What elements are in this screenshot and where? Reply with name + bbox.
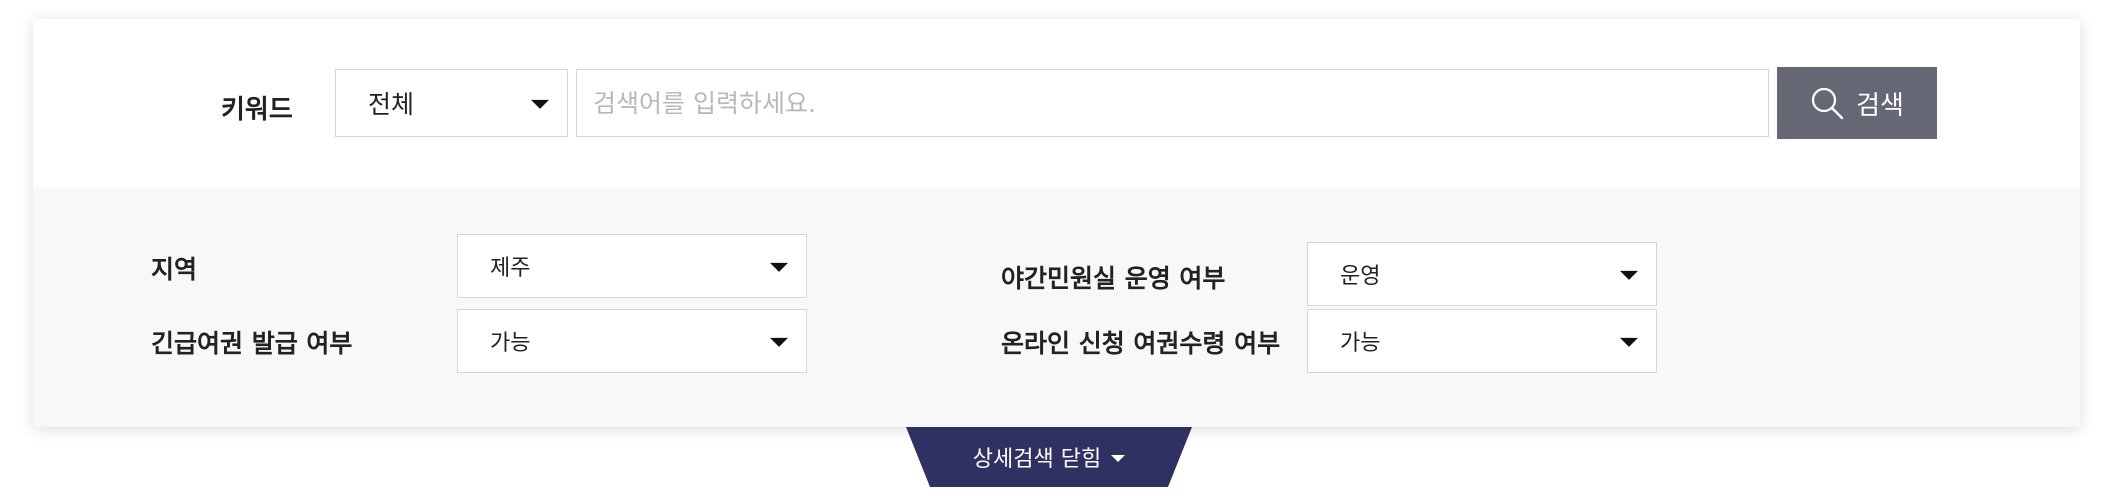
detail-filters: 지역 제주 긴급여권 발급 여부 가능 야간민원실 운영 여부 운영 온라인 신… [33,187,2080,427]
search-icon [1810,86,1844,120]
night-office-select[interactable]: 운영 [1307,242,1657,306]
keyword-row: 키워드 전체 검색 [33,19,2080,187]
chevron-down-icon [531,99,549,109]
chevron-down-icon [1620,270,1638,280]
detail-search-toggle[interactable]: 상세검색 닫힘 [906,427,1192,487]
keyword-scope-select[interactable]: 전체 [335,69,568,137]
night-office-label: 야간민원실 운영 여부 [1001,264,1226,293]
region-value: 제주 [490,256,531,281]
region-select[interactable]: 제주 [457,234,807,298]
night-office-value: 운영 [1340,264,1381,289]
keyword-label: 키워드 [221,95,293,125]
search-button[interactable]: 검색 [1777,67,1937,139]
emergency-passport-value: 가능 [490,331,531,356]
region-label: 지역 [151,255,198,284]
chevron-down-icon [770,262,788,272]
online-pickup-select[interactable]: 가능 [1307,309,1657,373]
keyword-scope-value: 전체 [368,90,415,119]
chevron-down-icon [1111,455,1126,462]
online-pickup-value: 가능 [1340,331,1381,356]
emergency-passport-select[interactable]: 가능 [457,309,807,373]
detail-toggle-label: 상세검색 닫힘 [972,447,1102,472]
search-button-label: 검색 [1856,90,1904,121]
search-panel: 키워드 전체 검색 지역 제주 긴급여권 발급 여부 가능 [33,19,2080,427]
online-pickup-label: 온라인 신청 여권수령 여부 [1001,329,1281,358]
chevron-down-icon [770,337,788,347]
emergency-passport-label: 긴급여권 발급 여부 [151,329,353,358]
search-input[interactable] [576,69,1769,137]
chevron-down-icon [1620,337,1638,347]
